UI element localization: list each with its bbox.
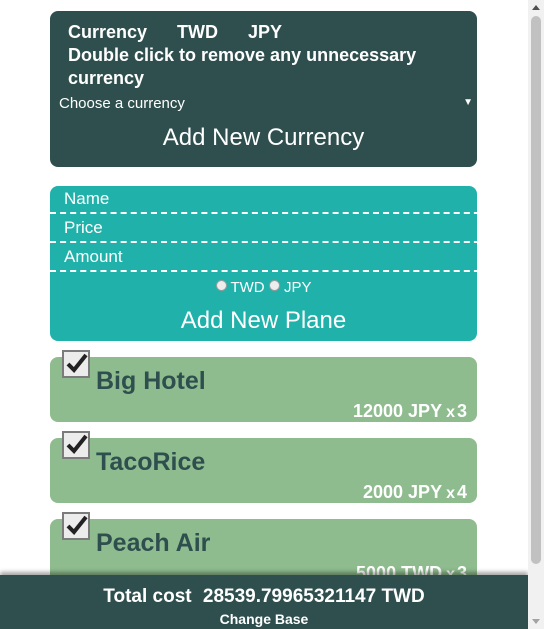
name-field-placeholder: Name [64, 189, 110, 208]
remove-hint: Double click to remove any unnecessary c… [68, 45, 417, 88]
radio-jpy[interactable] [268, 280, 280, 291]
radio-twd-label: TWD [230, 279, 265, 296]
currency-select[interactable]: Choose a currency ▼ [59, 95, 473, 115]
check-icon [66, 353, 88, 373]
plan-qty: 4 [456, 482, 467, 502]
plan-qty: 3 [456, 401, 467, 421]
currency-chip-jpy[interactable]: JPY [248, 22, 282, 42]
radio-twd[interactable] [215, 280, 227, 291]
currency-list: Currency TWD JPY [68, 22, 312, 43]
plan-price-currency: JPY [408, 401, 443, 421]
plane-form: Name Price Amount TWD JPY Add New Plane [50, 186, 490, 341]
plan-price: 12000 JPY x 3 [353, 401, 467, 422]
plan-checkbox[interactable] [62, 512, 90, 540]
check-icon [66, 434, 88, 454]
plan-times: x [446, 404, 455, 421]
total-footer: Total cost 28539.79965321147 TWD Change … [0, 575, 528, 629]
add-currency-button[interactable]: Add New Currency [50, 124, 477, 152]
total-currency: TWD [381, 586, 425, 607]
scroll-down-icon[interactable] [532, 619, 540, 624]
plan-title: TacoRice [96, 448, 206, 476]
plan-price-amount: 12000 [352, 401, 404, 421]
main-content: Currency TWD JPY Double click to remove an… [0, 0, 528, 629]
change-base-button[interactable]: Change Base [0, 611, 528, 627]
plan-times: x [446, 485, 455, 502]
total-cost: Total cost 28539.79965321147 TWD [0, 586, 528, 608]
plan-card[interactable]: TacoRice 2000 JPY x 4 [50, 431, 477, 503]
scroll-up-icon[interactable] [532, 5, 540, 10]
total-label: Total cost [103, 586, 192, 607]
check-icon [66, 515, 88, 535]
radio-jpy-label: JPY [283, 279, 312, 296]
plan-title: Peach Air [96, 529, 211, 557]
currency-radio-group: TWD JPY [50, 279, 477, 296]
plan-checkbox[interactable] [62, 350, 90, 378]
name-field[interactable]: Name [50, 186, 490, 214]
add-plane-button[interactable]: Add New Plane [50, 307, 477, 335]
scrollbar-thumb[interactable] [531, 16, 541, 564]
plan-price-currency: JPY [408, 482, 443, 502]
currency-label: Currency [68, 22, 148, 42]
plan-price-amount: 2000 [362, 482, 404, 502]
amount-field-placeholder: Amount [64, 247, 123, 266]
currency-select-value: Choose a currency [59, 95, 185, 112]
plan-title: Big Hotel [96, 367, 206, 395]
chevron-down-icon: ▼ [463, 97, 473, 108]
plan-price: 2000 JPY x 4 [363, 482, 467, 503]
vertical-scrollbar[interactable] [528, 0, 544, 629]
currency-panel: Currency TWD JPY Double click to remove an… [50, 11, 477, 167]
currency-chip-twd[interactable]: TWD [177, 22, 218, 42]
price-field[interactable]: Price [50, 215, 490, 243]
price-field-placeholder: Price [64, 218, 103, 237]
amount-field[interactable]: Amount [50, 244, 490, 272]
plan-checkbox[interactable] [62, 431, 90, 459]
plan-card[interactable]: Big Hotel 12000 JPY x 3 [50, 350, 477, 422]
total-value: 28539.79965321147 [202, 586, 377, 607]
